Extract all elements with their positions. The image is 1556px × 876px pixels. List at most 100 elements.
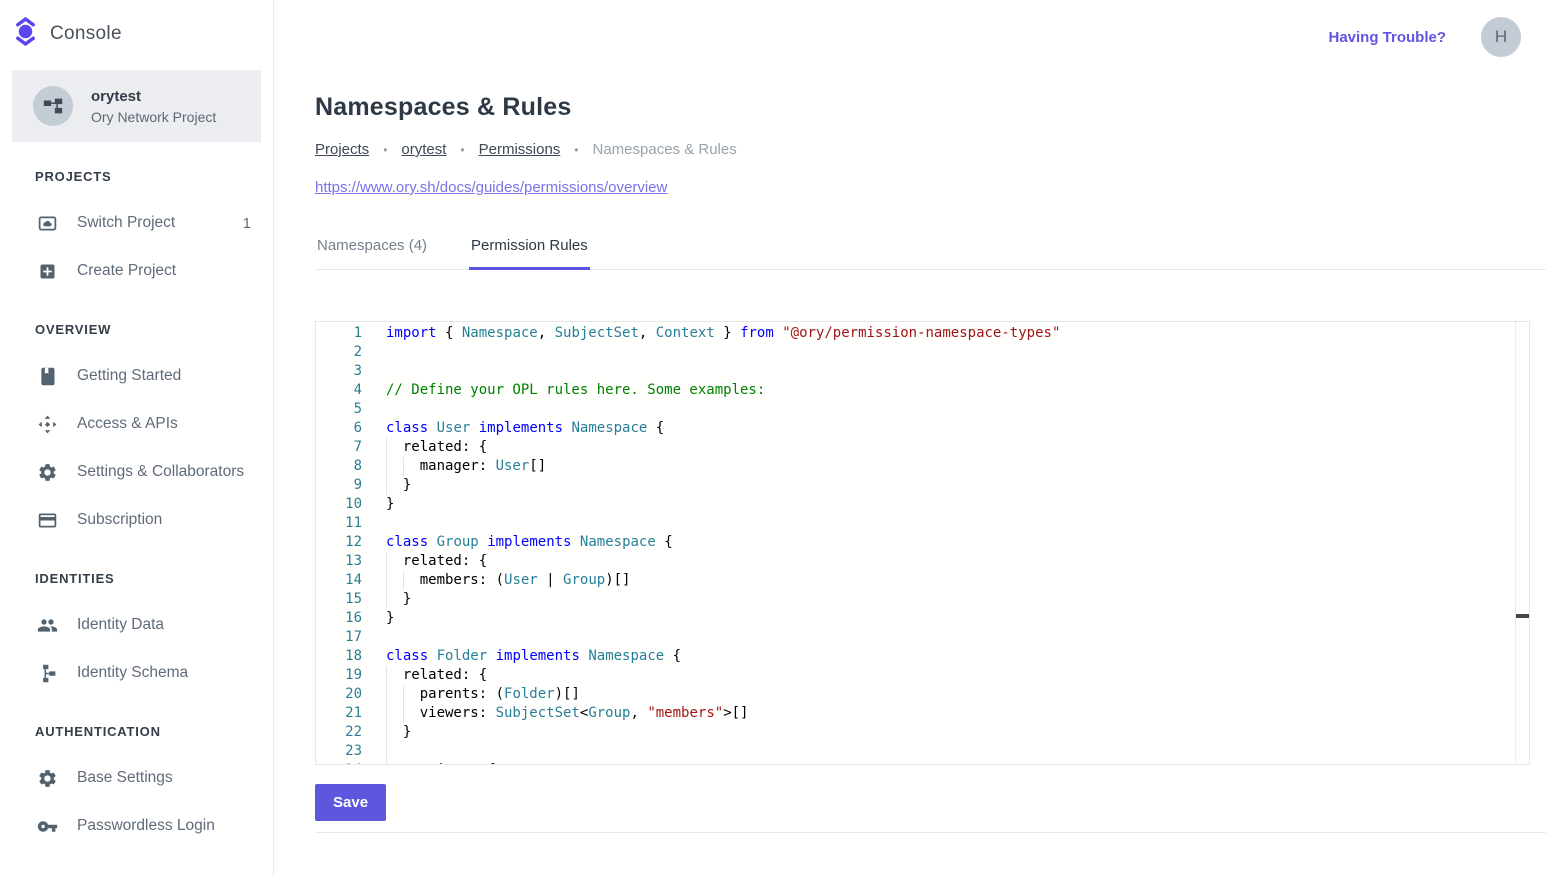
code-line-text: related: { xyxy=(386,438,487,457)
book-icon xyxy=(36,365,58,387)
line-number: 2 xyxy=(316,343,362,362)
line-number: 5 xyxy=(316,400,362,419)
line-number: 22 xyxy=(316,723,362,742)
sidebar-item-getting-started[interactable]: Getting Started xyxy=(0,352,273,400)
sidebar-item-base-settings[interactable]: Base Settings xyxy=(0,754,273,802)
code-line: 18class Folder implements Namespace { xyxy=(316,647,1515,666)
tab-permission-rules[interactable]: Permission Rules xyxy=(469,223,590,269)
code-line: 21 viewers: SubjectSet<Group, "members">… xyxy=(316,704,1515,723)
line-number: 21 xyxy=(316,704,362,723)
sidebar-item-label: Subscription xyxy=(77,511,162,529)
breadcrumb-separator: • xyxy=(574,143,578,157)
line-number: 16 xyxy=(316,609,362,628)
schema-icon xyxy=(36,662,58,684)
editor-scrollbar[interactable] xyxy=(1515,322,1529,764)
cloud-project-icon xyxy=(36,212,58,234)
code-line: 3 xyxy=(316,362,1515,381)
sidebar-item-subscription[interactable]: Subscription xyxy=(0,496,273,544)
sidebar-item-label: Settings & Collaborators xyxy=(77,463,244,481)
code-line: 4// Define your OPL rules here. Some exa… xyxy=(316,381,1515,400)
docs-link[interactable]: https://www.ory.sh/docs/guides/permissio… xyxy=(315,179,667,196)
code-line-text: class User implements Namespace { xyxy=(386,419,664,438)
sidebar-item-label: Getting Started xyxy=(77,367,181,385)
top-bar: Having Trouble? H xyxy=(274,0,1556,74)
code-line: 19 related: { xyxy=(316,666,1515,685)
nav-section-heading: OVERVIEW xyxy=(0,320,273,340)
save-button[interactable]: Save xyxy=(315,784,386,821)
nav-section-heading: IDENTITIES xyxy=(0,569,273,589)
breadcrumb-separator: • xyxy=(460,143,464,157)
nav-section-overview: OVERVIEW Getting Started Access & APIs Sett… xyxy=(0,320,273,544)
line-number: 6 xyxy=(316,419,362,438)
gear-icon xyxy=(36,767,58,789)
sidebar-item-label: Switch Project xyxy=(77,214,175,232)
dpad-icon xyxy=(36,413,58,435)
breadcrumb-item-permissions[interactable]: Permissions xyxy=(479,141,561,158)
line-number: 20 xyxy=(316,685,362,704)
line-number: 23 xyxy=(316,742,362,761)
code-line-text: class Group implements Namespace { xyxy=(386,533,673,552)
code-editor-text[interactable]: 1import { Namespace, SubjectSet, Context… xyxy=(316,322,1515,764)
sidebar-item-identity-data[interactable]: Identity Data xyxy=(0,601,273,649)
project-avatar xyxy=(33,86,73,126)
line-number: 15 xyxy=(316,590,362,609)
code-line: 13 related: { xyxy=(316,552,1515,571)
code-line: 14 members: (User | Group)[] xyxy=(316,571,1515,590)
scrollbar-mark xyxy=(1516,614,1529,618)
code-editor[interactable]: 1import { Namespace, SubjectSet, Context… xyxy=(315,321,1530,765)
sitemap-icon xyxy=(42,95,64,117)
project-card[interactable]: orytest Ory Network Project xyxy=(12,70,261,142)
line-number: 13 xyxy=(316,552,362,571)
line-number: 19 xyxy=(316,666,362,685)
line-number: 17 xyxy=(316,628,362,647)
code-line: 6 class User implements Namespace { xyxy=(316,419,1515,438)
code-line: 12class Group implements Namespace { xyxy=(316,533,1515,552)
tab-namespaces[interactable]: Namespaces (4) xyxy=(315,223,429,269)
project-name: orytest xyxy=(91,88,216,105)
console-logo-label: Console xyxy=(50,23,122,45)
tab-bar: Namespaces (4) Permission Rules xyxy=(315,223,1546,270)
user-avatar[interactable]: H xyxy=(1481,17,1521,57)
nav-section-projects: PROJECTS Switch Project1Create Project xyxy=(0,167,273,295)
sidebar-item-create-project[interactable]: Create Project xyxy=(0,247,273,295)
gear-icon xyxy=(36,461,58,483)
line-number: 24 xyxy=(316,761,362,764)
nav-section-identities: IDENTITIES Identity Data Identity Schema xyxy=(0,569,273,697)
line-number: 8 xyxy=(316,457,362,476)
code-line: 24 permits = { xyxy=(316,761,1515,764)
sidebar-item-access-apis[interactable]: Access & APIs xyxy=(0,400,273,448)
page-title: Namespaces & Rules xyxy=(315,93,1546,122)
code-line: 10} xyxy=(316,495,1515,514)
ory-logo-icon xyxy=(12,16,39,52)
line-number: 1 xyxy=(316,324,362,343)
sidebar-item-passwordless-login[interactable]: Passwordless Login xyxy=(0,802,273,850)
code-line: 15 } xyxy=(316,590,1515,609)
line-number: 4 xyxy=(316,381,362,400)
code-line: 22 } xyxy=(316,723,1515,742)
code-line: 20 parents: (Folder)[] xyxy=(316,685,1515,704)
people-icon xyxy=(36,614,58,636)
code-line: 5 xyxy=(316,400,1515,419)
code-line-text: viewers: SubjectSet<Group, "members">[] xyxy=(386,704,748,723)
nav-section-heading: AUTHENTICATION xyxy=(0,722,273,742)
breadcrumb-separator: • xyxy=(383,143,387,157)
code-line-text: related: { xyxy=(386,666,487,685)
line-number: 3 xyxy=(316,362,362,381)
nav-section-heading: PROJECTS xyxy=(0,167,273,187)
breadcrumb-item-projects[interactable]: Projects xyxy=(315,141,369,158)
sidebar-item-switch-project[interactable]: Switch Project1 xyxy=(0,199,273,247)
code-line-text: manager: User[] xyxy=(386,457,546,476)
plus-square-icon xyxy=(36,260,58,282)
console-logo[interactable]: Console xyxy=(0,14,273,54)
sidebar: Console orytest Ory Network Project PROJ… xyxy=(0,0,274,876)
code-line: 2 xyxy=(316,343,1515,362)
sidebar-item-identity-schema[interactable]: Identity Schema xyxy=(0,649,273,697)
sidebar-item-label: Passwordless Login xyxy=(77,817,215,835)
sidebar-item-label: Identity Schema xyxy=(77,664,188,682)
breadcrumb-item-orytest[interactable]: orytest xyxy=(401,141,446,158)
line-number: 9 xyxy=(316,476,362,495)
sidebar-item-settings-collaborators[interactable]: Settings & Collaborators xyxy=(0,448,273,496)
having-trouble-link[interactable]: Having Trouble? xyxy=(1328,29,1446,46)
line-number: 14 xyxy=(316,571,362,590)
code-line: 17 xyxy=(316,628,1515,647)
